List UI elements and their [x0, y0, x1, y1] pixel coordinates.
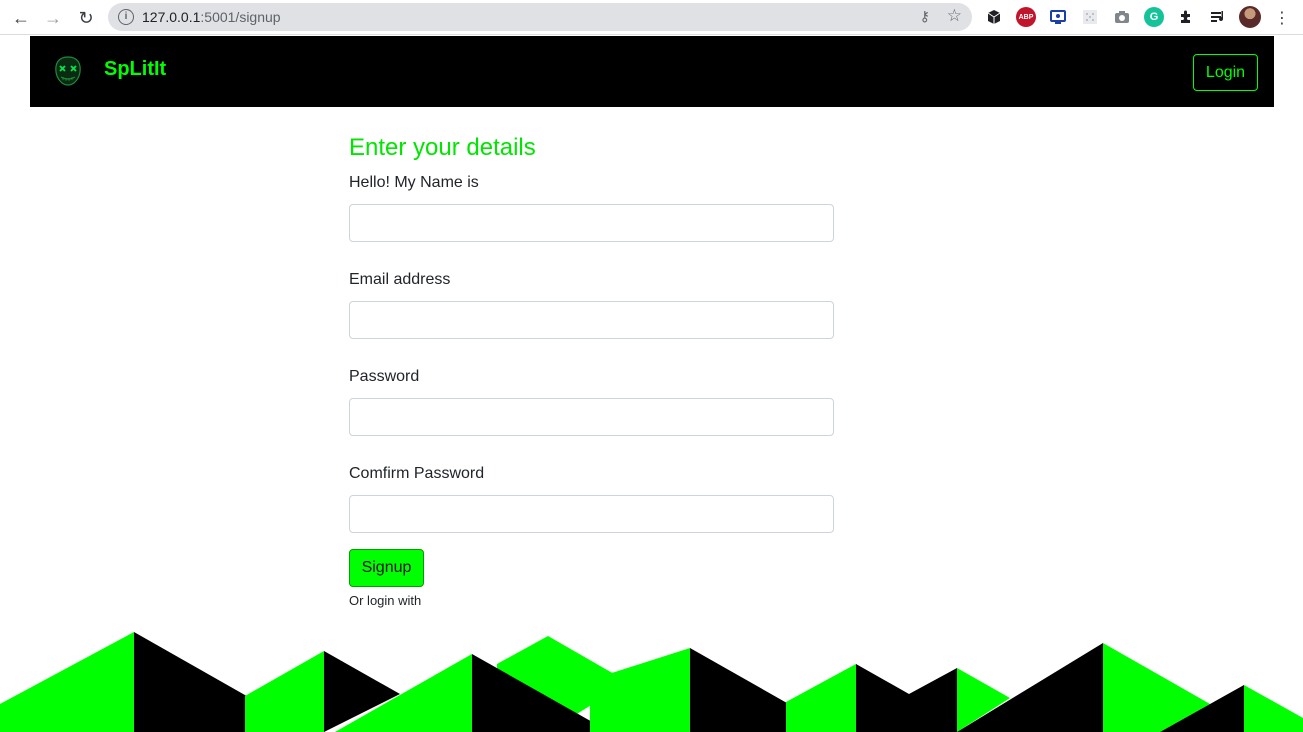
puzzle-extensions-icon[interactable] [1176, 7, 1196, 27]
cube-extension-icon[interactable] [984, 7, 1004, 27]
email-input[interactable] [349, 301, 834, 339]
mountain-peak [786, 664, 856, 732]
signup-form: Enter your details Hello! My Name is Ema… [349, 132, 834, 608]
adblock-extension-icon[interactable]: ABP [1016, 7, 1036, 27]
name-label: Hello! My Name is [349, 174, 479, 191]
url-host: 127.0.0.1 [142, 9, 201, 25]
browser-menu-icon[interactable]: ⋮ [1270, 6, 1294, 30]
mask-logo-icon[interactable] [54, 56, 82, 86]
profile-avatar[interactable] [1239, 6, 1261, 28]
signup-button[interactable]: Signup [349, 549, 424, 587]
browser-toolbar: ← → ↻ i 127.0.0.1:5001/signup ⚷ ☆ ABP G … [0, 0, 1303, 35]
mountains-decoration [0, 632, 1303, 732]
reload-icon[interactable]: ↻ [74, 6, 98, 30]
url-text[interactable]: 127.0.0.1:5001/signup [142, 9, 281, 25]
confirm-password-label: Comfirm Password [349, 465, 485, 482]
form-title: Enter your details [349, 134, 536, 161]
password-key-icon[interactable]: ⚷ [920, 8, 930, 25]
forward-icon[interactable]: → [41, 6, 65, 30]
mountain-peak [0, 632, 134, 732]
site-info-icon[interactable]: i [118, 9, 134, 25]
address-bar[interactable]: i 127.0.0.1:5001/signup ⚷ ☆ [108, 3, 972, 31]
login-button[interactable]: Login [1193, 54, 1258, 91]
mountain-peak [245, 651, 324, 732]
url-path: :5001/signup [200, 9, 281, 25]
app-navbar: SpLitIt Login [30, 36, 1274, 107]
screen-extension-icon[interactable] [1048, 7, 1068, 27]
mountain-peak [856, 664, 957, 732]
brand-name[interactable]: SpLitIt [104, 58, 166, 81]
confirm-password-input[interactable] [349, 495, 834, 533]
bookmark-star-icon[interactable]: ☆ [947, 6, 962, 26]
mountain-peak [590, 648, 690, 732]
grid-extension-icon[interactable] [1080, 7, 1100, 27]
back-icon[interactable]: ← [9, 6, 33, 30]
name-input[interactable] [349, 204, 834, 242]
camera-extension-icon[interactable] [1112, 7, 1132, 27]
password-input[interactable] [349, 398, 834, 436]
mountain-peak [1244, 685, 1303, 732]
grammarly-extension-icon[interactable]: G [1144, 7, 1164, 27]
email-label: Email address [349, 271, 451, 288]
password-label: Password [349, 368, 420, 385]
media-queue-icon[interactable] [1208, 7, 1228, 27]
